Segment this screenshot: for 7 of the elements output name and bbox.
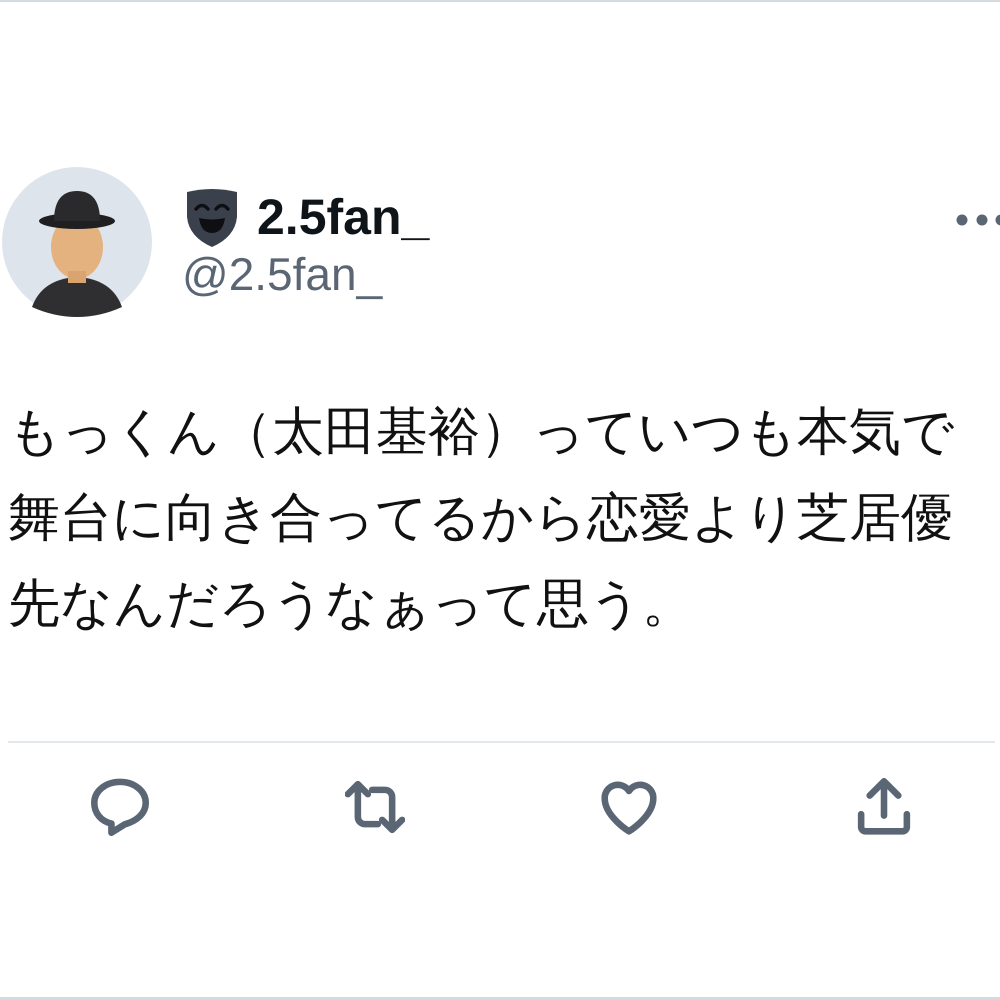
display-name[interactable]: 2.5fan_ [257, 187, 430, 247]
user-handle: @2.5fan_ [182, 247, 384, 301]
tweet-text: もっくん（太田基裕）っていつも本気で舞台に向き合ってるから恋愛より芝居優先なんだろうなぁって思う。 [8, 402, 955, 635]
speech-bubble-icon[interactable] [90, 777, 150, 837]
mask-icon [185, 187, 239, 247]
ellipsis-icon[interactable] [955, 214, 1000, 226]
avatar-icon[interactable] [2, 167, 152, 317]
